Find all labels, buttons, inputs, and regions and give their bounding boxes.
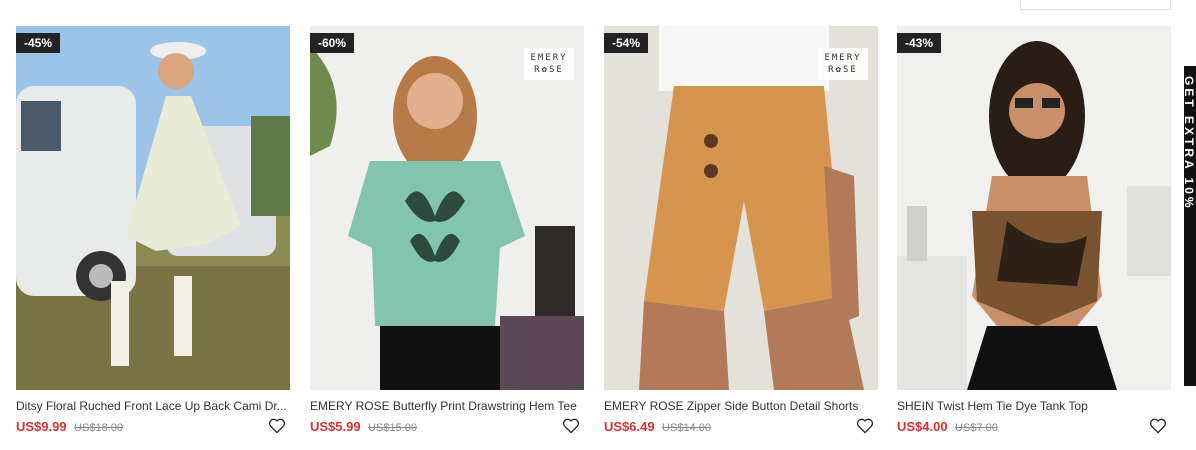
- emery-rose-logo: EMERY R✿SE: [524, 48, 574, 80]
- product-card[interactable]: -54% EMERY R✿SE EMERY ROSE Zipper Side Bu…: [604, 26, 878, 450]
- discount-badge: -45%: [16, 33, 61, 53]
- original-price: US$18.00: [74, 422, 123, 434]
- discount-badge: -54%: [604, 33, 649, 53]
- product-grid: -45% Ditsy Floral Ruched Front Lace Up B…: [16, 26, 1176, 450]
- sale-price: US$5.99: [310, 419, 361, 434]
- original-price: US$15.00: [368, 422, 417, 434]
- product-card[interactable]: -43% SHEIN Twist Hem Tie Dye Tank Top US…: [897, 26, 1171, 450]
- wishlist-heart-icon[interactable]: [562, 418, 580, 434]
- product-title[interactable]: EMERY ROSE Zipper Side Button Detail Sho…: [604, 399, 878, 413]
- price-row: US$6.49 US$14.00: [604, 418, 878, 436]
- sale-price: US$4.00: [897, 419, 948, 434]
- product-title[interactable]: SHEIN Twist Hem Tie Dye Tank Top: [897, 399, 1171, 413]
- top-right-select-box[interactable]: [1020, 0, 1171, 10]
- product-image[interactable]: -43%: [897, 26, 1171, 390]
- discount-badge: -60%: [310, 33, 355, 53]
- wishlist-heart-icon[interactable]: [856, 418, 874, 434]
- sale-price: US$9.99: [16, 419, 67, 434]
- price-row: US$9.99 US$18.00: [16, 418, 290, 436]
- sale-price: US$6.49: [604, 419, 655, 434]
- original-price: US$7.00: [955, 422, 998, 434]
- product-image[interactable]: -45%: [16, 26, 290, 390]
- original-price: US$14.00: [662, 422, 711, 434]
- price-row: US$5.99 US$15.00: [310, 418, 584, 436]
- product-image[interactable]: -54% EMERY R✿SE: [604, 26, 878, 390]
- product-title[interactable]: Ditsy Floral Ruched Front Lace Up Back C…: [16, 399, 290, 413]
- product-card[interactable]: -60% EMERY R✿SE EMERY ROSE Butterfly Prin…: [310, 26, 584, 450]
- emery-rose-logo: EMERY R✿SE: [818, 48, 868, 80]
- wishlist-heart-icon[interactable]: [268, 418, 286, 434]
- discount-badge: -43%: [897, 33, 942, 53]
- price-row: US$4.00 US$7.00: [897, 418, 1171, 436]
- product-title[interactable]: EMERY ROSE Butterfly Print Drawstring He…: [310, 399, 584, 413]
- product-image[interactable]: -60% EMERY R✿SE: [310, 26, 584, 390]
- product-card[interactable]: -45% Ditsy Floral Ruched Front Lace Up B…: [16, 26, 290, 450]
- wishlist-heart-icon[interactable]: [1149, 418, 1167, 434]
- side-tab-label: GET EXTRA 10%: [1182, 76, 1196, 211]
- extra-discount-side-tab[interactable]: GET EXTRA 10%: [1182, 66, 1196, 386]
